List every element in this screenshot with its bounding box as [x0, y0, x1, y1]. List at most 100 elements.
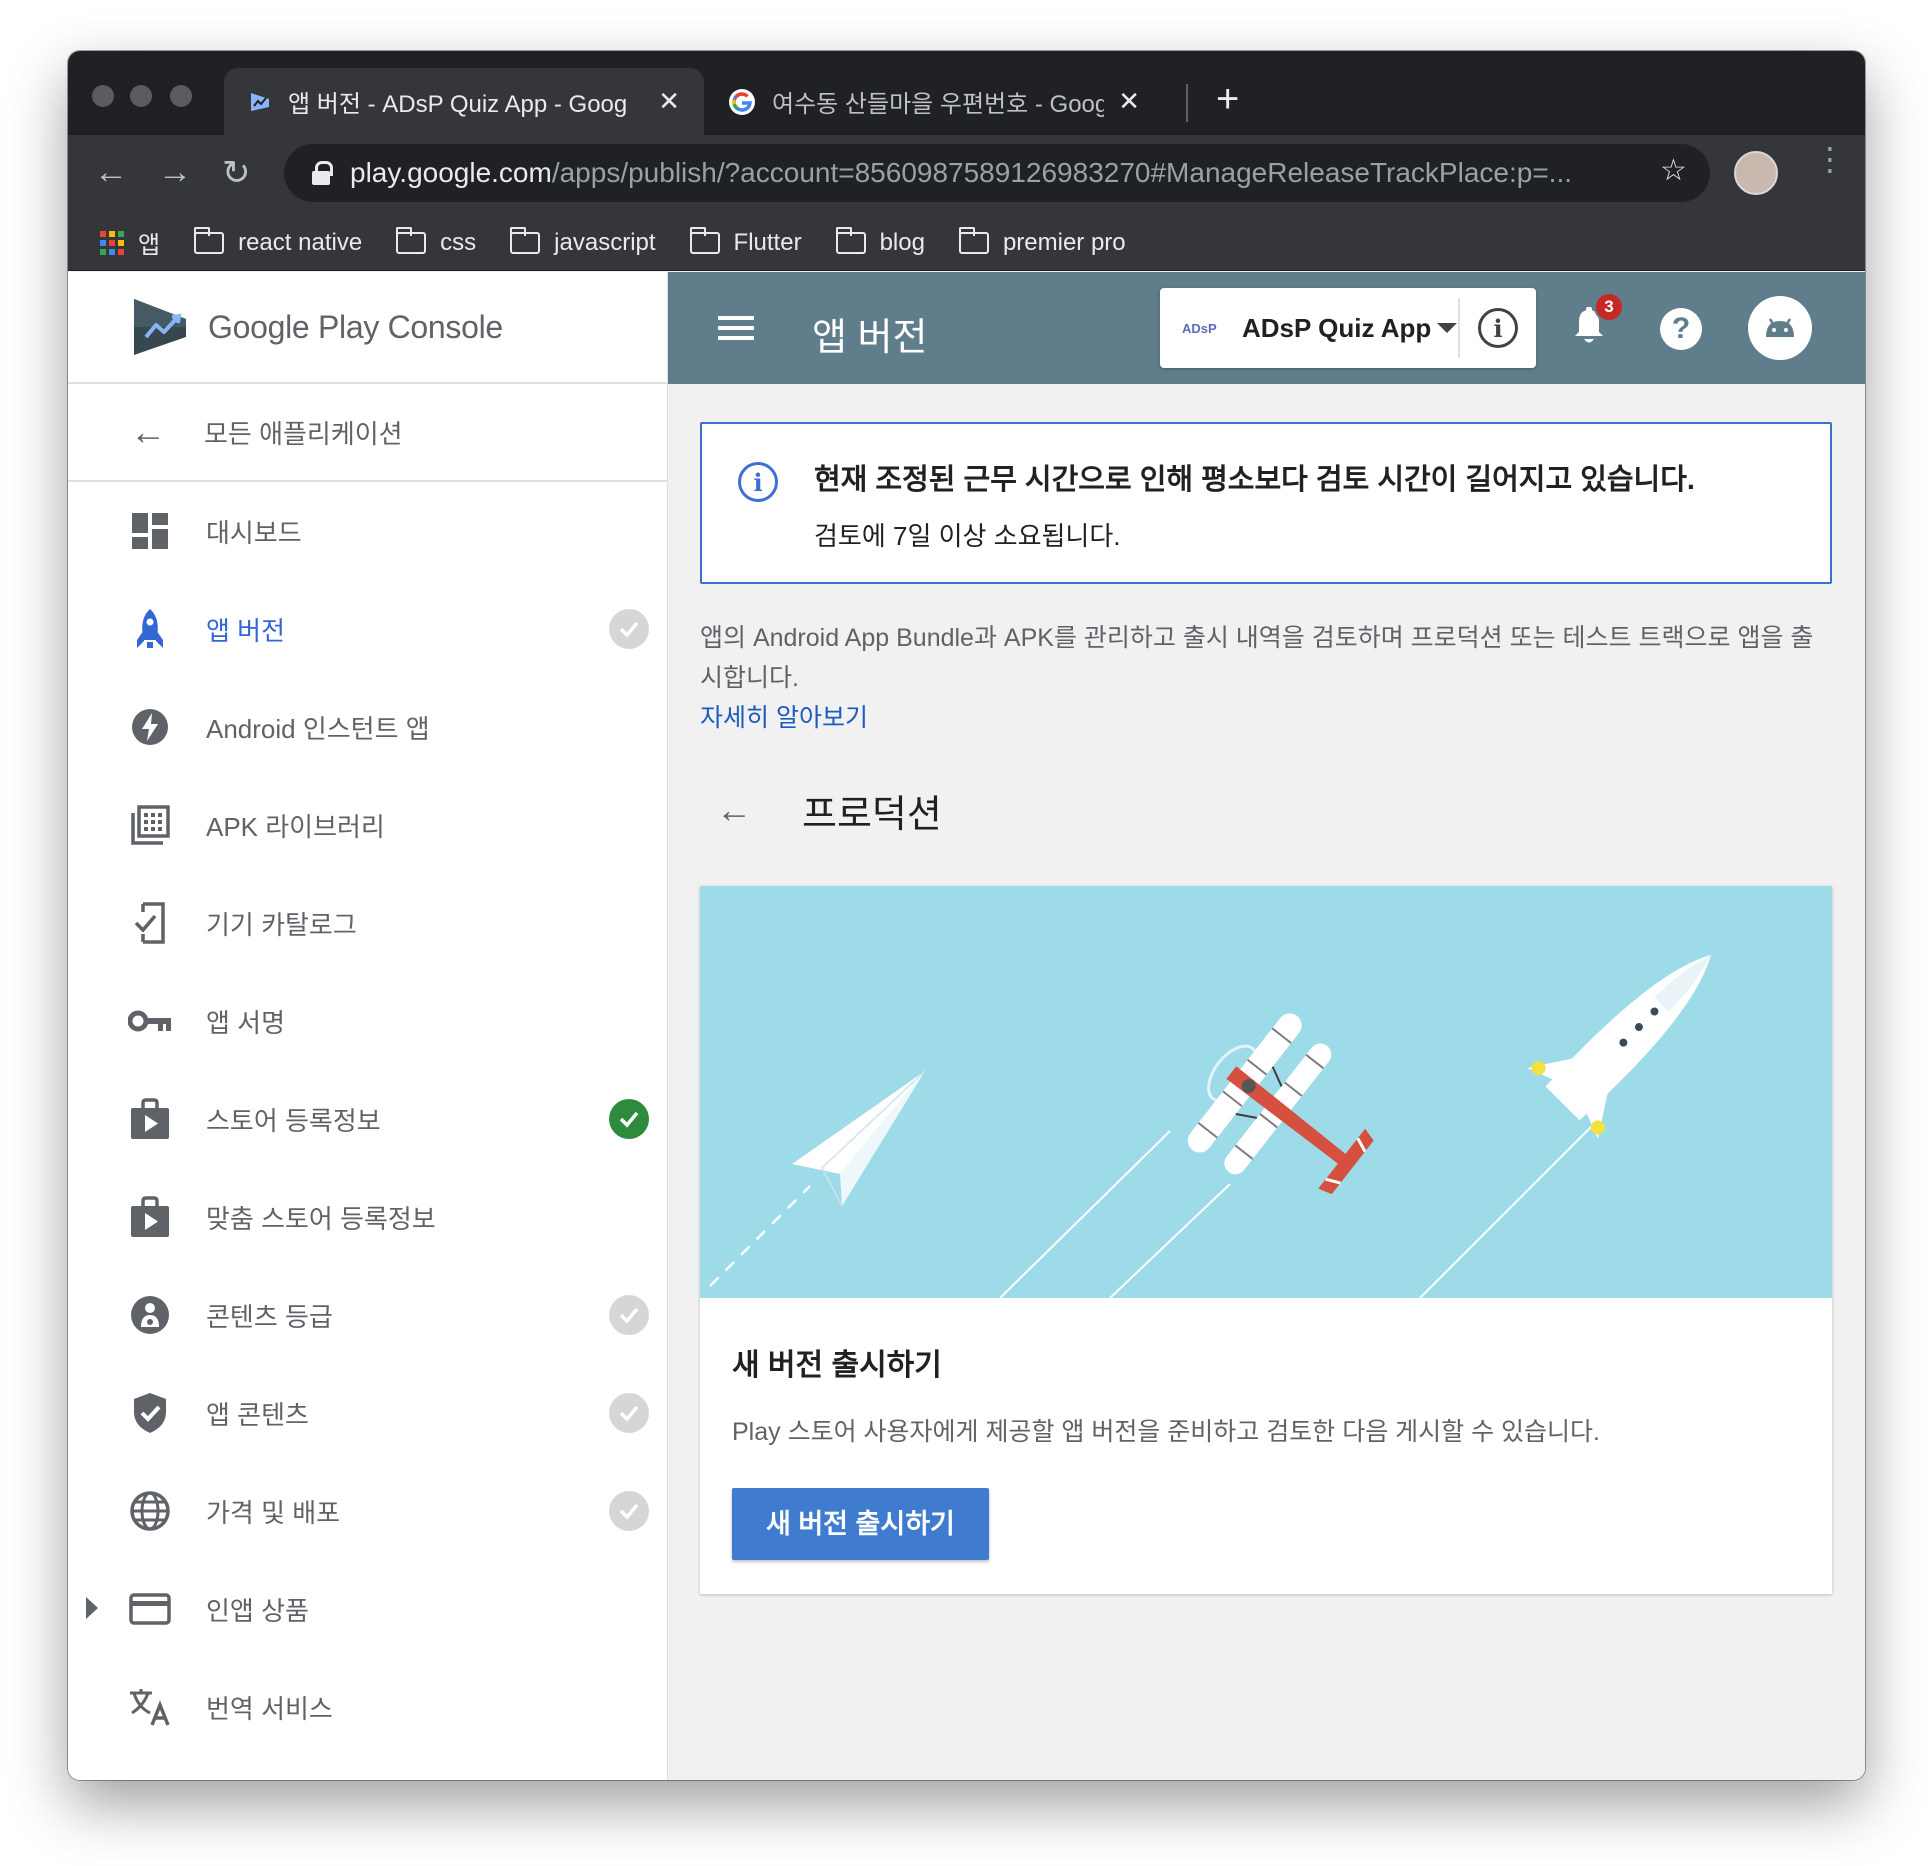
sidebar-item-translation[interactable]: 번역 서비스 [68, 1658, 667, 1756]
content-rating-icon [128, 1293, 172, 1337]
notification-count-badge: 3 [1594, 292, 1624, 322]
paper-plane-trail [709, 1185, 811, 1287]
translate-icon [128, 1685, 172, 1729]
sidebar-item-in-app-products[interactable]: 인앱 상품 [68, 1560, 667, 1658]
hamburger-menu-icon[interactable] [718, 316, 754, 340]
window-minimize-control[interactable] [130, 85, 152, 107]
tab-google-search[interactable]: 여수동 산들마을 우편번호 - Google ✕ [704, 68, 1164, 135]
card-title: 새 버전 출시하기 [732, 1349, 942, 1382]
tab-play-console[interactable]: 앱 버전 - ADsP Quiz App - Goog ✕ [224, 68, 704, 135]
tab-close-icon[interactable]: ✕ [658, 86, 680, 117]
bookmark-label: Flutter [733, 228, 802, 256]
dashboard-icon [128, 509, 172, 553]
review-delay-notice: i 현재 조정된 근무 시간으로 인해 평소보다 검토 시간이 길어지고 있습니… [700, 422, 1832, 584]
bookmark-folder-premier-pro[interactable]: premier pro [958, 226, 1126, 257]
track-title: 프로덕션 [802, 793, 942, 836]
bookmark-label: 앱 [138, 232, 161, 259]
play-console-favicon-icon [251, 92, 269, 111]
window-zoom-control[interactable] [170, 85, 192, 107]
rocket-trail [1419, 1117, 1601, 1298]
tab-title: 여수동 산들마을 우편번호 - Google [772, 91, 1105, 118]
new-tab-icon[interactable]: + [1216, 77, 1239, 122]
app-selector[interactable]: ADsP ADsP Quiz App i [1160, 288, 1536, 368]
all-apps-label: 모든 애플리케이션 [204, 418, 403, 449]
back-arrow-icon: ← [130, 411, 166, 452]
sidebar-item-pricing-distribution[interactable]: 가격 및 배포 [68, 1462, 667, 1560]
back-arrow-icon[interactable]: ← [716, 789, 756, 831]
new-release-card: 새 버전 출시하기 Play 스토어 사용자에게 제공할 앱 버전을 준비하고 … [700, 886, 1832, 1594]
dropdown-caret-icon [1437, 323, 1458, 333]
sidebar-item-content-rating[interactable]: 콘텐츠 등급 [68, 1266, 667, 1364]
sidebar-item-apk-library[interactable]: APK 라이브러리 [68, 776, 667, 874]
url-text: play.google.com/apps/publish/?account=85… [350, 157, 1650, 189]
sidebar-item-dashboard[interactable]: 대시보드 [68, 482, 667, 580]
sidebar-item-label: 번역 서비스 [206, 1693, 333, 1724]
store-listing-icon [128, 1195, 172, 1239]
url-path: /apps/publish/?account=85609875891269832… [551, 157, 1573, 188]
folder-icon [194, 226, 225, 254]
tab-title: 앱 버전 - ADsP Quiz App - Goog [288, 91, 628, 118]
sidebar-item-label: 앱 버전 [206, 615, 285, 646]
sidebar-item-label: 기기 카탈로그 [206, 909, 357, 940]
bookmark-label: premier pro [1002, 228, 1126, 256]
bookmark-label: react native [238, 228, 363, 256]
play-console-page: Google Play Console ← 모든 애플리케이션 대시보드 앱 버… [68, 272, 1865, 1780]
app-name: ADsP Quiz App [1242, 312, 1432, 343]
sidebar-item-label: APK 라이브러리 [206, 811, 385, 842]
folder-icon [958, 226, 989, 254]
bookmark-folder-css[interactable]: css [396, 226, 476, 257]
bookmark-folder-flutter[interactable]: Flutter [689, 226, 802, 257]
app-info-icon[interactable]: i [1478, 308, 1518, 348]
forward-arrow-icon[interactable]: → [158, 153, 192, 192]
sidebar-item-store-listing[interactable]: 스토어 등록정보 [68, 1070, 667, 1168]
bookmark-folder-javascript[interactable]: javascript [510, 226, 656, 257]
window-close-control[interactable] [92, 85, 114, 107]
sidebar-item-label: 대시보드 [206, 517, 302, 548]
console-topbar: 앱 버전 ADsP ADsP Quiz App i 3 ? [668, 272, 1865, 384]
tab-divider [1186, 84, 1188, 122]
browser-menu-icon[interactable]: ⋮ [1814, 143, 1846, 175]
folder-icon [689, 226, 720, 254]
expand-arrow-icon[interactable] [86, 1597, 98, 1619]
help-icon[interactable]: ? [1660, 308, 1702, 350]
status-check-icon [609, 1295, 649, 1335]
sidebar-item-app-releases[interactable]: 앱 버전 [68, 580, 667, 678]
sidebar-item-custom-store-listing[interactable]: 맞춤 스토어 등록정보 [68, 1168, 667, 1266]
console-brand: Google Play Console [208, 308, 503, 345]
bookmark-folder-blog[interactable]: blog [835, 226, 925, 257]
sidebar-item-app-content[interactable]: 앱 콘텐츠 [68, 1364, 667, 1462]
bookmarks-bar: 앱 react native css javascript Flutter bl… [68, 215, 1865, 271]
page-description: 앱의 Android App Bundle과 APK를 관리하고 출시 내역을 … [700, 624, 1814, 692]
profile-avatar[interactable] [1734, 151, 1778, 195]
tab-close-icon[interactable]: ✕ [1118, 86, 1140, 117]
all-apps-link[interactable]: ← 모든 애플리케이션 [68, 384, 667, 482]
address-bar[interactable]: play.google.com/apps/publish/?account=85… [284, 144, 1710, 202]
notice-body: 검토에 7일 이상 소요됩니다. [814, 521, 1121, 551]
bookmark-apps[interactable]: 앱 [100, 225, 160, 260]
sidebar-item-app-signing[interactable]: 앱 서명 [68, 972, 667, 1070]
bookmark-folder-react-native[interactable]: react native [194, 226, 363, 257]
reload-icon[interactable]: ↻ [222, 153, 251, 193]
page-title: 앱 버전 [812, 317, 928, 359]
sidebar-item-label: 콘텐츠 등급 [206, 1301, 333, 1332]
apps-grid-icon [100, 230, 124, 255]
create-release-button[interactable]: 새 버전 출시하기 [732, 1488, 989, 1560]
console-logo[interactable]: Google Play Console [68, 272, 667, 384]
android-icon [1766, 318, 1794, 337]
sidebar-item-device-catalog[interactable]: 기기 카탈로그 [68, 874, 667, 972]
back-arrow-icon[interactable]: ← [94, 153, 128, 192]
play-console-logo-icon [134, 299, 186, 355]
account-avatar[interactable] [1748, 296, 1812, 360]
tab-strip: 앱 버전 - ADsP Quiz App - Goog ✕ 여수동 산들마을 우… [68, 51, 1865, 135]
status-check-icon [609, 609, 649, 649]
lock-icon [312, 161, 333, 185]
rocket-icon [1527, 954, 1712, 1139]
bookmark-star-icon[interactable]: ☆ [1660, 153, 1687, 188]
learn-more-link[interactable]: 자세히 알아보기 [700, 698, 1832, 738]
key-icon [128, 999, 172, 1043]
bolt-icon [128, 705, 172, 749]
credit-card-icon [128, 1587, 172, 1631]
device-catalog-icon [128, 901, 172, 945]
sidebar-item-instant-apps[interactable]: Android 인스턴트 앱 [68, 678, 667, 776]
bookmark-label: javascript [554, 228, 656, 256]
